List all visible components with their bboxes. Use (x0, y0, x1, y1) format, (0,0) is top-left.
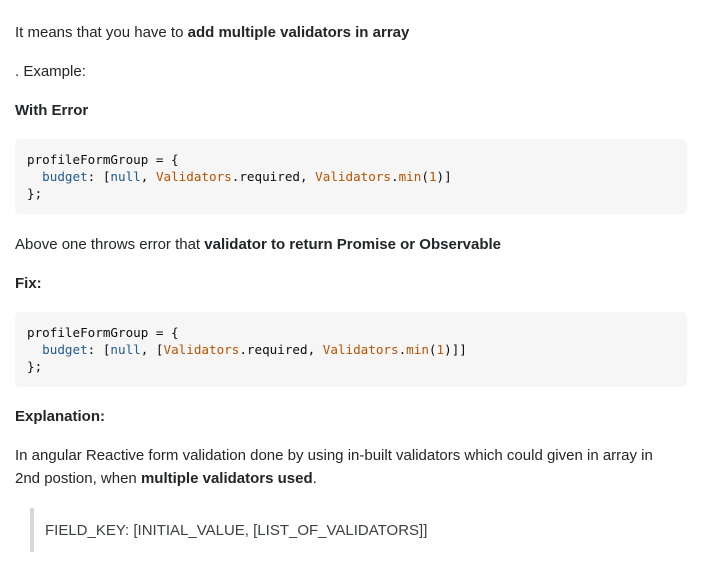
code-line: }; (27, 185, 675, 202)
code-token: , [ (140, 342, 164, 357)
code-block-fix[interactable]: profileFormGroup = { budget: [null, [Val… (15, 312, 687, 387)
code-block-error[interactable]: profileFormGroup = { budget: [null, Vali… (15, 139, 687, 214)
code-token: .required, (239, 342, 323, 357)
code-token: min (398, 169, 422, 184)
code-token: )]] (444, 342, 467, 357)
explanation-line-2-text: 2nd postion, when (15, 470, 141, 487)
explanation-line-1: In angular Reactive form validation done… (15, 447, 653, 464)
code-token: : [ (87, 169, 111, 184)
code-token: .required, (231, 169, 316, 184)
intro-bold: add multiple validators in array (187, 24, 410, 41)
fix-heading-text: Fix: (15, 275, 42, 292)
answer-body: It means that you have to add multiple v… (0, 0, 706, 566)
blockquote: FIELD_KEY: [INITIAL_VALUE, [LIST_OF_VALI… (30, 508, 690, 552)
error-note-text: Above one throws error that (15, 236, 205, 253)
blockquote-text: FIELD_KEY: [INITIAL_VALUE, [LIST_OF_VALI… (45, 521, 428, 539)
explanation-bold: multiple validators used (140, 470, 313, 487)
explanation-line-2: 2nd postion, when multiple validators us… (15, 468, 317, 490)
code-token: Validators (155, 169, 232, 184)
error-note-bold: validator to return Promise or Observabl… (204, 236, 502, 253)
code-token: }; (27, 186, 43, 201)
code-token: profileFormGroup = { (27, 152, 179, 167)
explanation-heading-text: Explanation: (15, 408, 106, 425)
code-line: }; (27, 358, 675, 375)
code-token: null (110, 342, 141, 357)
example-label: . Example: (15, 63, 86, 80)
code-token: , (140, 169, 156, 184)
code-token: Validators (322, 342, 399, 357)
code-token: min (406, 342, 429, 357)
code-token: budget (42, 342, 88, 357)
code-token: profileFormGroup = { (27, 325, 179, 340)
explanation-heading: Explanation: (15, 406, 105, 428)
code-token: budget (42, 169, 88, 184)
error-note-paragraph: Above one throws error that validator to… (15, 234, 501, 256)
with-error-heading-text: With Error (15, 102, 89, 119)
code-token: 1 (436, 342, 445, 357)
code-line: budget: [null, Validators.required, Vali… (27, 168, 675, 185)
code-token: )] (436, 169, 452, 184)
code-token: Validators (163, 342, 240, 357)
explanation-line-2-end: . (312, 470, 317, 487)
code-line: profileFormGroup = { (27, 324, 675, 341)
intro-paragraph: It means that you have to add multiple v… (15, 22, 409, 44)
code-token: . (391, 169, 399, 184)
code-token: ( (428, 342, 437, 357)
intro-text: It means that you have to (15, 24, 188, 41)
code-line: budget: [null, [Validators.required, Val… (27, 341, 675, 358)
code-token: }; (27, 359, 43, 374)
code-line: profileFormGroup = { (27, 151, 675, 168)
with-error-heading: With Error (15, 100, 88, 122)
fix-heading: Fix: (15, 273, 42, 295)
code-token: 1 (428, 169, 437, 184)
code-token: : [ (87, 342, 111, 357)
code-token: Validators (315, 169, 391, 184)
code-token: null (110, 169, 141, 184)
code-token: ( (421, 169, 429, 184)
